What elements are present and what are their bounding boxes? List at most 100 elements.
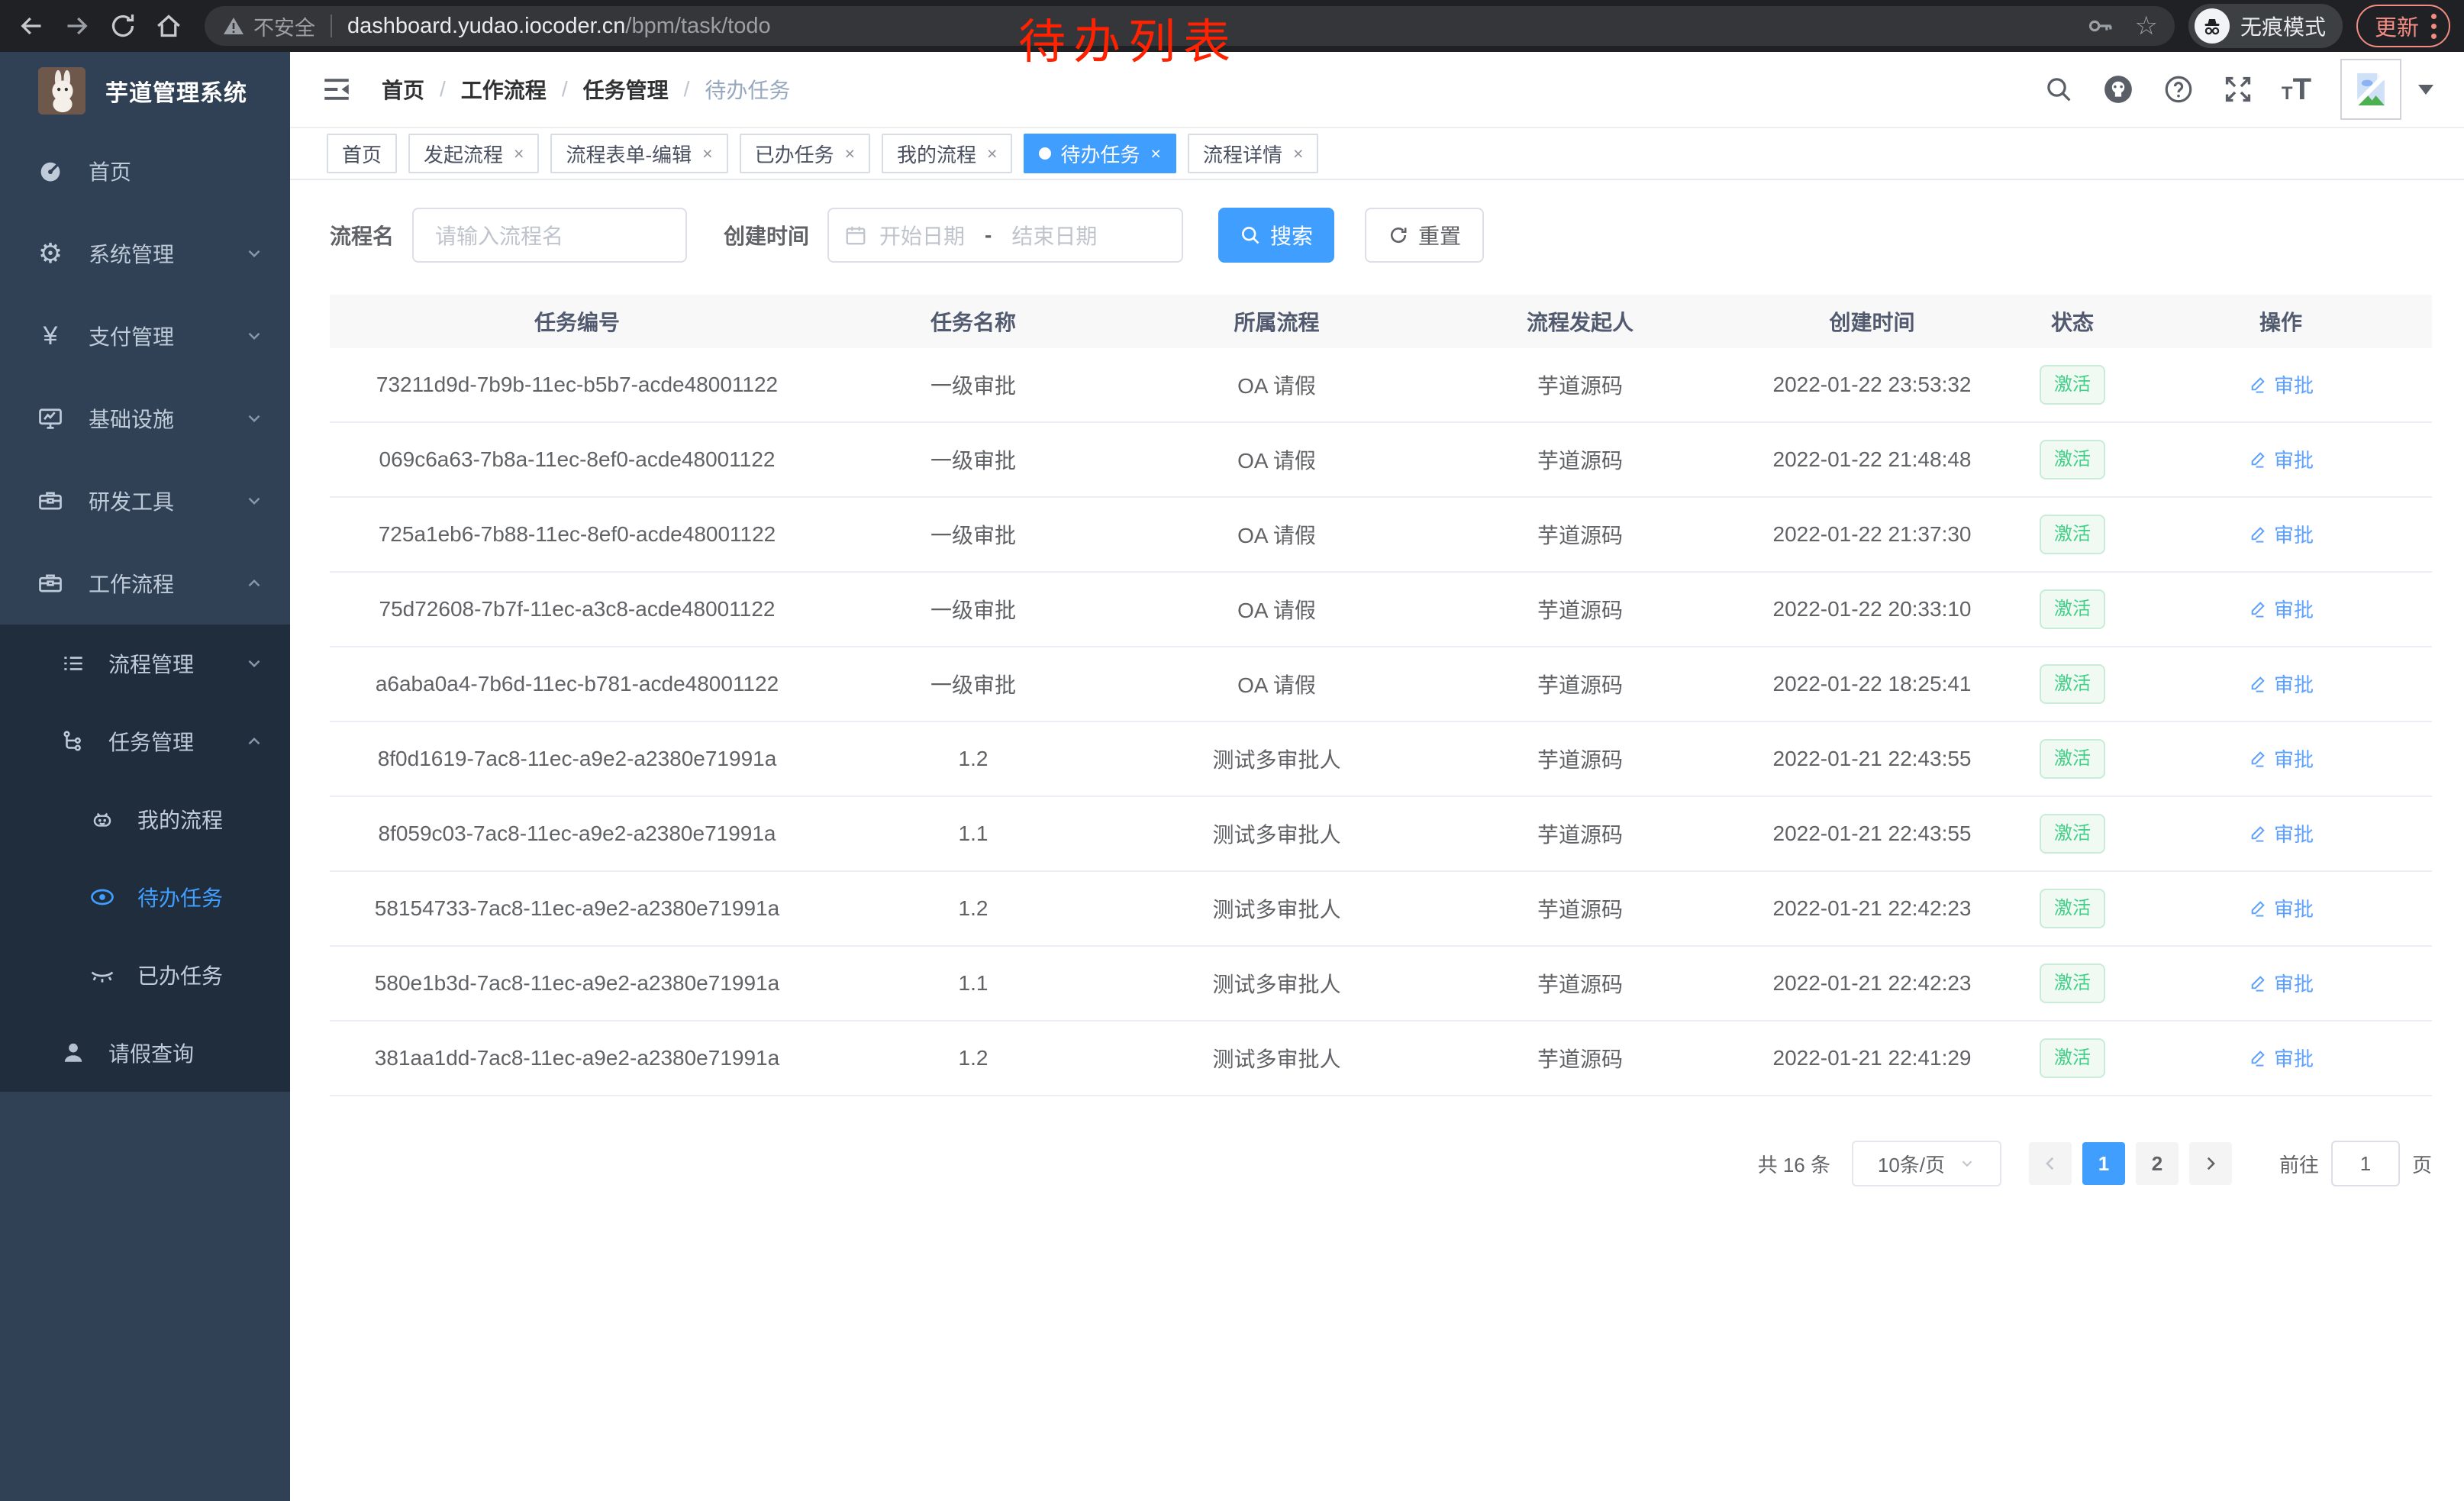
col-status: 状态 [2015,306,2130,337]
page-2-button[interactable]: 2 [2136,1142,2179,1185]
browser-update-button[interactable]: 更新 [2356,5,2450,47]
eye-closed-icon [87,961,118,989]
header-search-button[interactable] [2043,74,2074,105]
approve-link[interactable]: 审批 [2248,1044,2314,1072]
close-icon[interactable]: × [702,144,712,164]
cell-create-time: 2022-01-22 18:25:41 [1729,672,2015,696]
approve-link[interactable]: 审批 [2248,370,2314,399]
sidebar-item-my-process[interactable]: 我的流程 [0,780,290,858]
browser-reload-button[interactable] [105,8,140,44]
sidebar-item-process-management[interactable]: 流程管理 [0,625,290,702]
tab-done-tasks[interactable]: 已办任务 × [740,134,870,173]
cell-task-name: 一级审批 [824,594,1122,625]
avatar-caret-icon[interactable] [2418,85,2433,95]
avatar[interactable] [2340,59,2401,120]
next-page-button[interactable] [2189,1142,2232,1185]
approve-link[interactable]: 审批 [2248,819,2314,847]
bookmark-star-button[interactable]: ☆ [2134,13,2157,39]
approve-link[interactable]: 审批 [2248,744,2314,773]
tab-my-process[interactable]: 我的流程× [882,134,1012,173]
github-button[interactable] [2101,73,2135,106]
breadcrumb-workflow[interactable]: 工作流程 [461,74,547,105]
page-size-value: 10条/页 [1878,1150,1945,1178]
sidebar-toggle-button[interactable] [321,73,353,105]
sidebar-item-infrastructure[interactable]: 基础设施 [0,377,290,460]
cell-task-name: 1.2 [824,896,1122,921]
breadcrumb-home[interactable]: 首页 [382,74,424,105]
search-button[interactable]: 搜索 [1218,208,1334,263]
approve-link[interactable]: 审批 [2248,445,2314,473]
approve-link[interactable]: 审批 [2248,894,2314,922]
password-key-button[interactable] [2087,12,2114,40]
arrow-left-icon [16,11,47,41]
cell-create-time: 2022-01-22 21:37:30 [1729,522,2015,547]
sidebar-item-label: 系统管理 [89,238,244,269]
process-name-input[interactable]: 请输入流程名 [412,208,687,263]
jump-page-input[interactable]: 1 [2331,1141,2400,1186]
sidebar-item-leave-query[interactable]: 请假查询 [0,1014,290,1092]
sidebar-item-devtools[interactable]: 研发工具 [0,460,290,542]
create-time-label: 创建时间 [724,220,809,250]
cell-starter: 芋道源码 [1431,669,1729,699]
edit-pencil-icon [2248,898,2268,918]
approve-link[interactable]: 审批 [2248,595,2314,623]
cell-create-time: 2022-01-22 23:53:32 [1729,373,2015,397]
cell-task-name: 1.2 [824,747,1122,771]
tab-label: 已办任务 [755,140,834,168]
edit-pencil-icon [2248,673,2268,693]
page-1-button[interactable]: 1 [2082,1142,2125,1185]
start-date-placeholder: 开始日期 [879,220,965,250]
search-button-label: 搜索 [1270,220,1313,250]
status-badge: 激活 [2040,889,2105,928]
cell-task-id: 73211d9d-7b9b-11ec-b5b7-acde48001122 [330,373,824,397]
breadcrumb-task-management[interactable]: 任务管理 [583,74,669,105]
sidebar-item-home[interactable]: 首页 [0,130,290,212]
tab-label: 流程表单-编辑 [566,140,692,168]
tab-start-process[interactable]: 发起流程× [408,134,539,173]
cell-task-id: 069c6a63-7b8a-11ec-8ef0-acde48001122 [330,447,824,472]
close-icon[interactable]: × [1293,144,1303,164]
key-icon [2087,12,2114,40]
browser-forward-button[interactable] [60,8,95,44]
sidebar-item-label: 任务管理 [108,726,244,757]
cell-create-time: 2022-01-21 22:41:29 [1729,1046,2015,1070]
table-row: 725a1eb6-7b88-11ec-8ef0-acde48001122 一级审… [330,498,2432,573]
sidebar-item-system[interactable]: ⚙ 系统管理 [0,212,290,295]
tab-form-edit[interactable]: 流程表单-编辑 × [550,134,727,173]
browser-home-button[interactable] [151,8,186,44]
search-icon [1240,224,1261,246]
tab-todo-tasks[interactable]: 待办任务 × [1024,134,1176,173]
sidebar-item-todo-tasks[interactable]: 待办任务 [0,858,290,936]
approve-link[interactable]: 审批 [2248,969,2314,997]
sidebar-item-done-tasks[interactable]: 已办任务 [0,936,290,1014]
prev-page-button[interactable] [2029,1142,2072,1185]
browser-back-button[interactable] [14,8,49,44]
close-icon[interactable]: × [514,144,524,164]
edit-pencil-icon [2248,973,2268,993]
approve-link[interactable]: 审批 [2248,670,2314,698]
cell-create-time: 2022-01-21 22:43:55 [1729,747,2015,771]
page-size-select[interactable]: 10条/页 [1852,1141,2001,1186]
status-badge: 激活 [2040,814,2105,854]
cell-process: 测试多审批人 [1122,1043,1431,1073]
help-button[interactable] [2162,73,2195,105]
font-size-button[interactable]: TT [2282,73,2311,107]
sidebar-item-workflow[interactable]: 工作流程 [0,542,290,625]
close-icon[interactable]: × [987,144,997,164]
close-icon[interactable]: × [845,144,855,164]
tab-home[interactable]: 首页 [327,134,397,173]
sidebar-item-task-management[interactable]: 任务管理 [0,702,290,780]
tab-label: 待办任务 [1060,140,1140,168]
fullscreen-button[interactable] [2222,73,2254,105]
workflow-submenu: 流程管理 任务管理 我的流程 [0,625,290,1092]
date-range-picker[interactable]: 开始日期 - 结束日期 [827,208,1183,263]
sidebar-item-payment[interactable]: ¥ 支付管理 [0,295,290,377]
approve-link[interactable]: 审批 [2248,520,2314,548]
close-icon[interactable]: × [1151,144,1161,164]
browser-menu-icon[interactable] [2431,14,2437,39]
input-placeholder: 请输入流程名 [435,220,563,250]
reset-button[interactable]: 重置 [1365,208,1484,263]
robot-icon [87,806,118,832]
tab-process-detail[interactable]: 流程详情× [1188,134,1318,173]
cell-process: 测试多审批人 [1122,893,1431,924]
